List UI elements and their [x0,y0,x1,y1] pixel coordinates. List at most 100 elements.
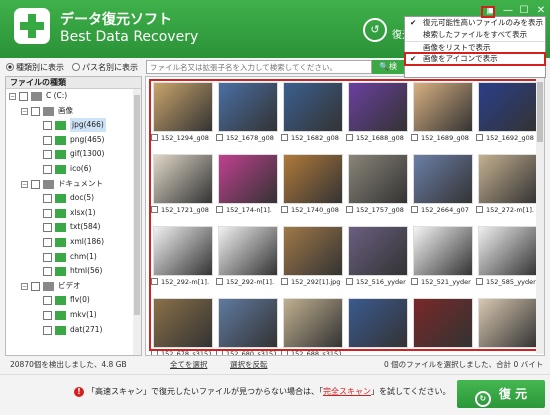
scroll-thumb[interactable] [537,82,543,142]
recover-button[interactable]: ↻ 復 元 [457,380,545,408]
file-type-tree: ファイルの種類 − C (C:) − 画像 jpg(466) png(465) gif(13… [5,76,142,356]
doc-icon [55,237,66,247]
grid-highlight [149,79,542,351]
tree-checkbox[interactable] [43,296,52,306]
tree-label: txt(584) [70,222,101,232]
tree-checkbox[interactable] [31,179,40,189]
tree-label: flv(0) [70,295,90,305]
collapse-toggle-icon[interactable]: − [21,180,28,188]
tree-checkbox[interactable] [43,237,52,247]
tree-header: ファイルの種類 [6,77,141,89]
radio-by-path[interactable]: パス名別に表示 [72,62,138,73]
menu-item-label: 検索したファイルをすべて表示 [423,30,528,39]
recover-icon: ↻ [474,391,491,407]
tree-row[interactable]: − ビデオ [6,279,141,294]
image-icon [55,150,66,160]
menu-item-label: 画像をリストで表示 [423,43,491,52]
tree-row[interactable]: mkv(1) [6,308,141,323]
tree-label: dat(271) [70,324,103,334]
doc-icon [55,194,66,204]
tree-row[interactable]: xml(186) [6,235,141,250]
tree-label: doc(5) [70,193,95,203]
warning-icon: ! [74,387,84,397]
tree-checkbox[interactable] [31,106,40,116]
doc-icon [55,223,66,233]
found-status: 20870個を検出しました、4.8 GB [10,360,127,369]
scan-hint-after: 」を試してください。 [371,387,451,396]
tree-row[interactable]: jpg(466) [6,118,141,133]
menu-item-show-recoverable[interactable]: ✔ 復元可能性高いファイルのみを表示 [405,17,545,29]
doc-icon [55,208,66,218]
tree-checkbox[interactable] [43,121,52,131]
tree-row[interactable]: doc(5) [6,191,141,206]
search-button[interactable]: 🔍検 [372,60,404,74]
tree-checkbox[interactable] [43,252,52,262]
tree-row[interactable]: ico(6) [6,162,141,177]
invert-selection-link[interactable]: 選択を反転 [230,358,268,372]
menu-item-icon-view[interactable]: ✔ 画像をアイコンで表示 [404,52,546,66]
scroll-thumb[interactable] [134,95,140,315]
view-mode-highlight [481,6,495,18]
tree-row[interactable]: txt(584) [6,220,141,235]
tree-checkbox[interactable] [31,281,40,291]
tree-checkbox[interactable] [43,194,52,204]
app-title-ja: データ復元ソフト [60,12,172,28]
radio-unselected-icon [72,63,80,71]
tree-label: ビデオ [58,280,81,290]
scan-hint-before: 「高速スキャン」で復元したいファイルが見つからない場合は、「 [87,387,323,396]
tree-label: ドキュメント [58,178,103,188]
tree-label: C (C:) [46,91,68,100]
tree-row[interactable]: gif(1300) [6,147,141,162]
tree-row[interactable]: − C (C:) [6,89,141,104]
search-input[interactable] [146,60,372,74]
collapse-toggle-icon[interactable]: − [21,107,28,115]
grid-scrollbar[interactable] [536,78,544,354]
tree-checkbox[interactable] [43,223,52,233]
tree-label: png(465) [70,134,105,144]
tree-row[interactable]: dat(271) [6,323,141,338]
tree-row[interactable]: png(465) [6,133,141,148]
tree-row[interactable]: chm(1) [6,250,141,265]
tree-row[interactable]: − 画像 [6,104,141,119]
tree-body: − C (C:) − 画像 jpg(466) png(465) gif(1300) ico(6… [6,89,141,337]
collapse-toggle-icon[interactable]: − [9,93,16,100]
radio-label: パス名別に表示 [82,63,138,72]
tree-label: ico(6) [70,163,92,173]
tree-row[interactable]: html(56) [6,264,141,279]
tree-checkbox[interactable] [19,92,28,101]
tree-checkbox[interactable] [43,325,52,335]
select-all-link[interactable]: 全てを選択 [170,358,207,372]
tree-label: mkv(1) [70,309,97,319]
radio-selected-icon [6,63,14,71]
tree-row[interactable]: xlsx(1) [6,206,141,221]
tree-scrollbar[interactable] [133,89,141,355]
search-icon: 🔍 [379,62,389,71]
check-icon: ✔ [410,18,417,27]
tree-checkbox[interactable] [43,150,52,160]
tree-checkbox[interactable] [43,164,52,174]
tree-checkbox[interactable] [43,267,52,277]
tree-checkbox[interactable] [43,135,52,145]
tree-label: chm(1) [70,251,97,261]
full-scan-link[interactable]: 完全スキャン [323,387,371,396]
doc-icon [55,252,66,262]
tree-checkbox[interactable] [43,208,52,218]
radio-by-type[interactable]: 種類別に表示 [6,62,64,73]
tree-label: 画像 [58,105,73,115]
tree-label: html(56) [70,266,103,276]
tree-row[interactable]: − ドキュメント [6,177,141,192]
selection-status: 0 個のファイルを選択しました、合計 0 バイト [384,360,544,369]
collapse-toggle-icon[interactable]: − [21,282,28,290]
history-icon[interactable]: ↺ [363,18,387,42]
video-folder-icon [43,281,54,291]
check-icon: ✔ [410,54,417,63]
menu-item-show-all[interactable]: 検索したファイルをすべて表示 [405,29,545,41]
tree-checkbox[interactable] [43,310,52,320]
menu-item-list-view[interactable]: 画像をリストで表示 [405,41,545,53]
app-logo [14,8,50,44]
drive-icon [31,92,42,101]
menu-item-label: 画像をアイコンで表示 [423,54,498,63]
view-menu: ✔ 復元可能性高いファイルのみを表示 検索したファイルをすべて表示 画像をリストで… [404,16,546,78]
tree-row[interactable]: flv(0) [6,293,141,308]
image-folder-icon [43,106,54,116]
